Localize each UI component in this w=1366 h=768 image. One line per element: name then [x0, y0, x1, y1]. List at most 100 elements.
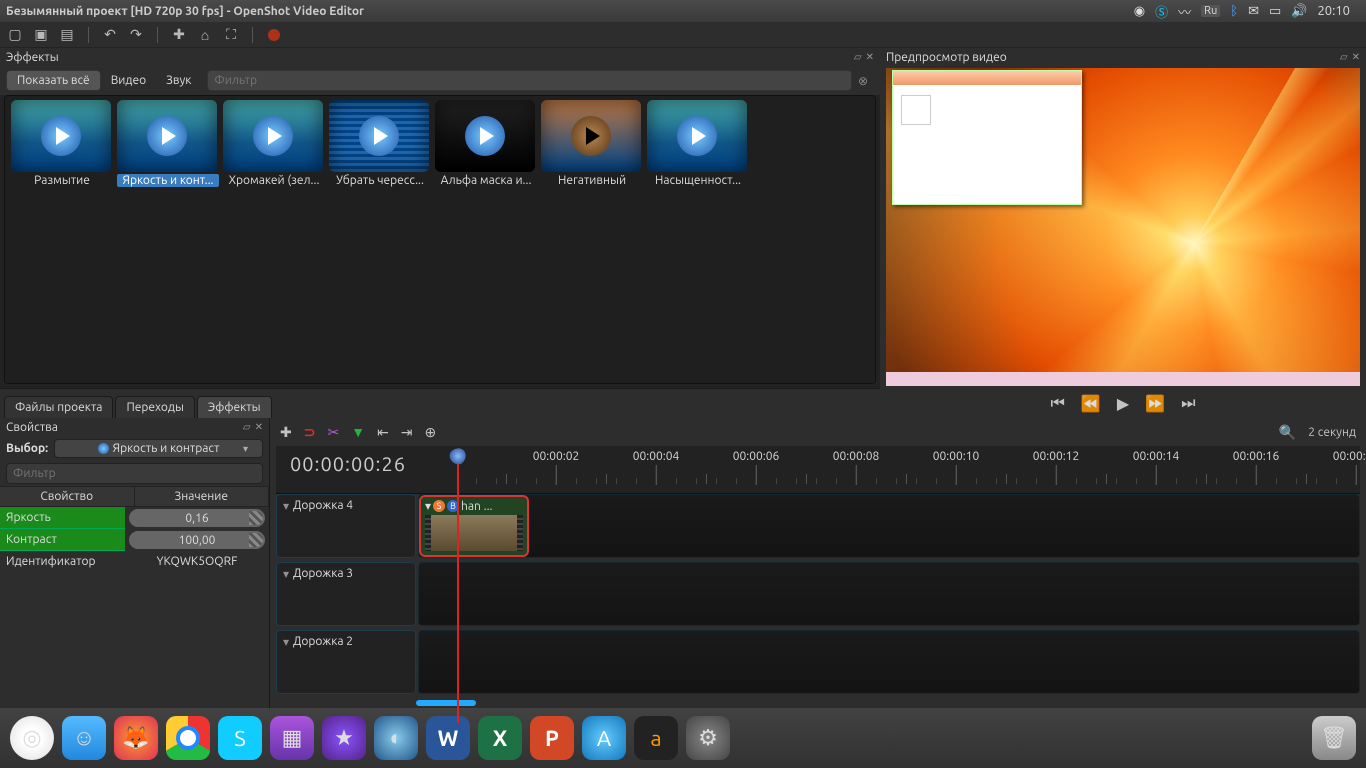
rewind-icon[interactable]: ⏪ [1081, 394, 1101, 413]
dock-ubuntu-icon[interactable]: ◎ [10, 716, 54, 760]
chevron-down-icon[interactable]: ▾ [283, 635, 289, 689]
ruler-ticks: 00:00:0200:00:0400:00:0600:00:0800:00:10… [456, 446, 1360, 493]
new-project-icon[interactable]: ▢ [6, 26, 24, 44]
snap-icon[interactable]: ⊃ [304, 424, 316, 441]
effect-item-brightness[interactable]: Яркость и конт... [117, 100, 219, 379]
preview-canvas[interactable] [886, 68, 1360, 386]
dock-photos-icon[interactable]: ▦ [270, 716, 314, 760]
video-filter-button[interactable]: Видео [101, 71, 156, 90]
dock-excel-icon[interactable]: X [478, 716, 522, 760]
keyboard-layout-indicator[interactable]: Ru [1201, 5, 1220, 17]
effect-item-deinterlace[interactable]: Убрать чересс... [329, 100, 431, 379]
battery-icon[interactable]: ▭ [1269, 4, 1281, 19]
effects-filter-input[interactable] [207, 70, 852, 91]
video-clip[interactable]: ▾SBhan ... [419, 495, 529, 557]
mail-icon[interactable]: ✉ [1248, 4, 1259, 19]
chrome-tray-icon[interactable]: ◉ [1134, 4, 1145, 19]
open-project-icon[interactable]: ▣ [32, 26, 50, 44]
dock-chrome-icon[interactable] [166, 716, 210, 760]
export-icon[interactable] [265, 26, 283, 44]
tab-effects[interactable]: Эффекты [197, 396, 272, 418]
bluetooth-icon[interactable]: ᛒ [1230, 4, 1238, 18]
chevron-down-icon[interactable]: ▾ [283, 499, 289, 553]
skype-tray-icon[interactable]: Ⓢ [1155, 2, 1168, 21]
jump-end-icon[interactable]: ⏭ [1181, 394, 1195, 413]
undock-icon[interactable]: ▱ [854, 51, 862, 63]
import-icon[interactable]: ✚ [170, 26, 188, 44]
property-value-slider[interactable]: 100,00 [129, 531, 265, 549]
clock[interactable]: 20:10 [1317, 4, 1350, 18]
col-value[interactable]: Значение [135, 487, 270, 506]
effect-item-blur[interactable]: Размытие [11, 100, 113, 379]
track-body[interactable] [418, 630, 1360, 694]
ruler-tick: 00:00:08 [833, 450, 880, 485]
undock-icon[interactable]: ▱ [243, 421, 251, 433]
track-header[interactable]: ▾Дорожка 4 [276, 494, 416, 558]
toolbar-separator [88, 27, 89, 43]
property-row-id: Идентификатор YKQWK5OQRF [0, 551, 269, 572]
redo-icon[interactable]: ↷ [127, 26, 145, 44]
close-icon[interactable]: ✕ [866, 51, 874, 63]
close-icon[interactable]: ✕ [255, 421, 263, 433]
dock-finder-icon[interactable]: ☺ [62, 716, 106, 760]
clear-filter-icon[interactable]: ⊗ [852, 70, 874, 91]
property-key: Яркость [0, 507, 125, 529]
dock-powerpoint-icon[interactable]: P [530, 716, 574, 760]
zoom-icon[interactable]: 🔍 [1279, 424, 1296, 441]
property-value-slider[interactable]: 0,16 [129, 509, 265, 527]
track-header[interactable]: ▾Дорожка 3 [276, 562, 416, 626]
dock-browser-icon[interactable]: ◐ [374, 716, 418, 760]
chevron-down-icon[interactable]: ▾ [425, 499, 431, 513]
audio-filter-button[interactable]: Звук [156, 71, 201, 90]
show-all-button[interactable]: Показать всё [6, 70, 101, 91]
dock-firefox-icon[interactable]: 🦊 [114, 716, 158, 760]
project-tabs: Файлы проекта Переходы Эффекты [0, 388, 880, 418]
dock-trash-icon[interactable]: 🗑 [1312, 716, 1356, 760]
effects-panel-title: Эффекты ▱ ✕ [0, 48, 880, 66]
undo-icon[interactable]: ↶ [101, 26, 119, 44]
fast-forward-icon[interactable]: ⏩ [1145, 394, 1165, 413]
dock-skype-icon[interactable]: S [218, 716, 262, 760]
jump-start-icon[interactable]: ⏮ [1051, 394, 1065, 413]
effect-badge-icon[interactable]: S [433, 500, 445, 512]
effect-item-saturation[interactable]: Насыщенност... [647, 100, 749, 379]
selection-dropdown[interactable]: Яркость и контраст [54, 439, 263, 458]
tab-transitions[interactable]: Переходы [115, 396, 194, 418]
save-project-icon[interactable]: ▤ [58, 26, 76, 44]
dock-amazon-icon[interactable]: a [634, 716, 678, 760]
prev-marker-icon[interactable]: ⇤ [377, 424, 389, 441]
marker-icon[interactable]: ▼ [351, 424, 365, 440]
effect-item-alphamask[interactable]: Альфа маска и... [435, 100, 537, 379]
add-track-icon[interactable]: ✚ [280, 424, 292, 441]
timeline-ruler[interactable]: 00:00:00:26 00:00:0200:00:0400:00:0600:0… [276, 446, 1360, 494]
wifi-icon[interactable]: 〰 [1178, 2, 1191, 21]
effect-item-chromakey[interactable]: Хромакей (зел... [223, 100, 325, 379]
chevron-down-icon[interactable]: ▾ [283, 567, 289, 621]
track-header[interactable]: ▾Дорожка 2 [276, 630, 416, 694]
track-body[interactable]: ▾SBhan ... [418, 494, 1360, 558]
undock-icon[interactable]: ▱ [1340, 51, 1348, 63]
volume-icon[interactable]: 🔊 [1291, 4, 1307, 19]
tab-project-files[interactable]: Файлы проекта [4, 396, 113, 418]
effects-panel: Эффекты ▱ ✕ Показать всё Видео Звук ⊗ Ра… [0, 48, 880, 388]
play-icon[interactable]: ▶ [1117, 394, 1129, 413]
track-body[interactable] [418, 562, 1360, 626]
playhead[interactable] [457, 450, 459, 723]
next-marker-icon[interactable]: ⇥ [401, 424, 413, 441]
preview-panel: Предпросмотр видео ▱ ✕ ⏮ ⏪ ▶ ⏩ ⏭ [880, 48, 1366, 418]
tracks-container: ▾Дорожка 4 ▾SBhan ... ▾Дорожка 3 ▾Дорожк… [276, 494, 1360, 698]
col-property[interactable]: Свойство [0, 487, 135, 506]
profile-icon[interactable]: ⌂ [196, 26, 214, 44]
timecode-display: 00:00:00:26 [290, 452, 406, 475]
center-playhead-icon[interactable]: ⊕ [425, 424, 437, 441]
close-icon[interactable]: ✕ [1352, 51, 1360, 63]
fullscreen-icon[interactable]: ⛶ [222, 26, 240, 44]
dock-imovie-icon[interactable]: ★ [322, 716, 366, 760]
razor-icon[interactable]: ✂ [327, 424, 339, 441]
dock-appstore-icon[interactable]: A [582, 716, 626, 760]
properties-filter-input[interactable] [6, 463, 263, 484]
dock-settings-icon[interactable]: ⚙ [686, 716, 730, 760]
dock-word-icon[interactable]: W [426, 716, 470, 760]
clip-label: han ... [461, 500, 492, 513]
effect-item-negative[interactable]: Негативный [541, 100, 643, 379]
